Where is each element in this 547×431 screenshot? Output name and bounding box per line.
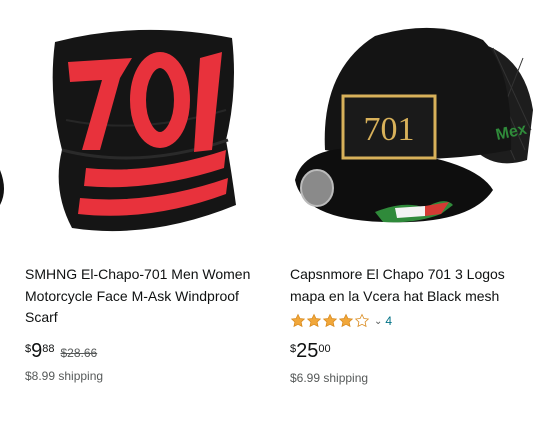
star-full-icon	[306, 313, 322, 328]
star-empty-icon	[354, 313, 370, 328]
price-fraction: 00	[318, 343, 331, 355]
hat-patch-text: 701	[364, 111, 415, 148]
product-image-scarf[interactable]	[0, 0, 265, 255]
list-price: $28.66	[60, 346, 98, 360]
shipping-cost: $6.99 shipping	[290, 371, 369, 385]
star-full-icon	[290, 313, 306, 328]
shipping-cost: $8.99 shipping	[25, 369, 104, 383]
product-image-hat[interactable]: 701 Mex	[265, 0, 547, 255]
price: $ 25 00	[290, 341, 331, 361]
star-full-icon	[338, 313, 354, 328]
product-title[interactable]: Capsnmore El Chapo 701 3 Logos mapa en l…	[290, 264, 540, 307]
star-rating[interactable]: ⌄ 4	[290, 312, 392, 330]
price-fraction: 88	[42, 343, 55, 355]
chevron-down-icon[interactable]: ⌄	[374, 316, 382, 327]
price-whole: 9	[31, 340, 43, 362]
price: $ 9 88 $28.66	[25, 341, 97, 361]
rating-count-link[interactable]: 4	[385, 314, 392, 328]
stars	[290, 313, 370, 329]
price-whole: 25	[296, 340, 319, 362]
product-title[interactable]: SMHNG El-Chapo-701 Men Women Motorcycle …	[25, 264, 260, 329]
star-full-icon	[322, 313, 338, 328]
